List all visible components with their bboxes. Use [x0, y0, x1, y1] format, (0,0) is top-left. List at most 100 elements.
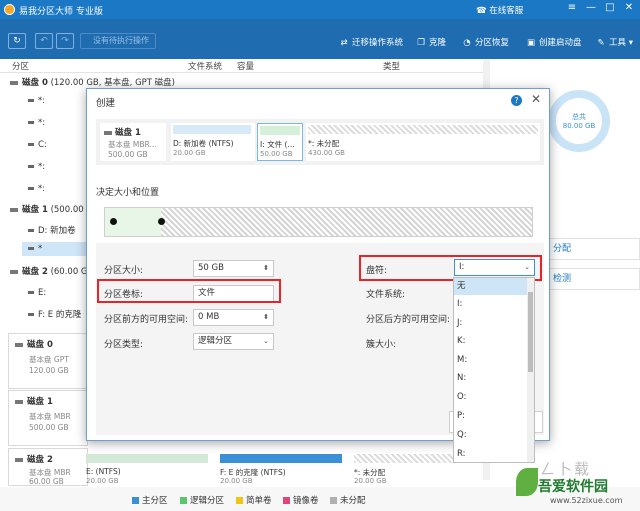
slider-left-handle[interactable]: [110, 218, 117, 225]
minimize-button[interactable]: —: [583, 2, 599, 13]
dropdown-option[interactable]: J:: [454, 315, 528, 332]
help-icon[interactable]: ?: [511, 95, 522, 106]
leaf-logo-icon: [516, 468, 538, 496]
clone-icon: ❐: [417, 38, 425, 48]
partition-icon: [28, 143, 34, 146]
pending-operations-button[interactable]: 没有待执行操作: [80, 33, 156, 49]
highlight-volume-label: [97, 279, 281, 303]
partition-icon: [28, 121, 34, 124]
disk-icon: [15, 342, 23, 347]
legend-logical: 逻辑分区: [180, 494, 224, 506]
undo-icon: ↶: [40, 36, 48, 46]
menu-button[interactable]: ≡: [564, 2, 580, 13]
disk-icon: [15, 457, 23, 462]
partition-bar-e[interactable]: [86, 454, 208, 463]
partition-icon: [28, 291, 34, 294]
disk-icon: [10, 207, 18, 212]
recovery-icon: ◔: [463, 38, 471, 48]
disk-card-2[interactable]: 磁盘 2 基本盘 MBR 60.00 GB: [8, 448, 88, 486]
partition-icon: [28, 229, 34, 232]
disk-card-0[interactable]: 磁盘 0 基本盘 GPT 120.00 GB: [8, 333, 88, 389]
chevron-down-icon: ⌄: [263, 337, 269, 345]
space-before-label: 分区前方的可用空间:: [104, 315, 189, 325]
dropdown-option[interactable]: N:: [454, 370, 528, 387]
disk-map: 磁盘 1 基本盘 MBR... 500.00 GB D: 新加卷 (NTFS) …: [96, 119, 544, 165]
redo-icon: ↷: [61, 36, 69, 46]
disk-icon: [10, 80, 18, 85]
segment-i-selected[interactable]: I: 文件 (... 50.00 GB: [257, 123, 303, 161]
col-partition[interactable]: 分区: [12, 60, 29, 72]
allocate-button[interactable]: 分配: [548, 238, 640, 260]
space-before-input[interactable]: 0 MB ⬍: [193, 309, 274, 326]
app-title: 易我分区大师 专业版: [19, 7, 103, 17]
spinner-icon: ⬍: [263, 264, 269, 272]
dropdown-option[interactable]: M:: [454, 352, 528, 369]
dropdown-option[interactable]: P:: [454, 408, 528, 425]
close-icon[interactable]: ✕: [531, 92, 541, 106]
size-input[interactable]: 50 GB ⬍: [193, 260, 274, 277]
disk-row-1[interactable]: 磁盘 1 (500.00: [10, 203, 98, 215]
dropdown-option[interactable]: 无: [454, 278, 528, 295]
partition-icon: [28, 313, 34, 316]
partition-row-selected[interactable]: *: [22, 242, 86, 256]
partition-type-select[interactable]: 逻辑分区 ⌄: [193, 333, 274, 350]
section-label: 决定大小和位置: [96, 188, 160, 198]
legend-primary: 主分区: [132, 494, 168, 506]
disk-icon: [15, 399, 23, 404]
toolbar: ↻ ↶ ↷ 没有待执行操作 ⇄ 迁移操作系统 ❐ 克隆 ◔ 分区恢复 ▣ 创建启动盘 ✎…: [0, 19, 640, 59]
dropdown-scrollbar[interactable]: [527, 278, 534, 462]
col-capacity[interactable]: 容量: [237, 60, 254, 72]
tools-button[interactable]: ✎ 工具 ▾: [596, 36, 633, 48]
size-label: 分区大小:: [104, 266, 144, 276]
online-service-link[interactable]: ☎ 在线客服: [476, 4, 523, 16]
disk-row-2[interactable]: 磁盘 2 (60.00 G: [10, 265, 98, 277]
dropdown-option[interactable]: Q:: [454, 427, 528, 444]
partition-icon: [28, 99, 34, 102]
disk-icon: [104, 130, 112, 135]
dropdown-option[interactable]: I:: [454, 296, 528, 313]
disk-usage-donut: 总共 80.00 GB: [548, 90, 610, 152]
clone-button[interactable]: ❐ 克隆: [416, 36, 446, 48]
partition-icon: [28, 187, 34, 190]
column-header: 分区 文件系统 容量 类型: [0, 59, 490, 73]
dropdown-option[interactable]: O:: [454, 389, 528, 406]
close-window-button[interactable]: ✕: [621, 2, 637, 13]
partition-recovery-button[interactable]: ◔ 分区恢复: [462, 36, 509, 48]
spinner-icon: ⬍: [263, 313, 269, 321]
legend-unallocated: 未分配: [330, 494, 366, 506]
legend-simple: 简单卷: [236, 494, 272, 506]
col-filesystem[interactable]: 文件系统: [188, 60, 222, 72]
undo-button[interactable]: ↶: [35, 33, 53, 49]
partition-bar-f[interactable]: [220, 454, 342, 463]
check-button[interactable]: 检测: [548, 268, 640, 290]
segment-unallocated[interactable]: *: 未分配 430.00 GB: [306, 123, 540, 161]
scrollbar-thumb[interactable]: [528, 292, 533, 372]
redo-button[interactable]: ↷: [56, 33, 74, 49]
chevron-down-icon: ▾: [626, 38, 633, 48]
col-type[interactable]: 类型: [383, 60, 400, 72]
partition-type-label: 分区类型:: [104, 340, 144, 350]
migrate-os-button[interactable]: ⇄ 迁移操作系统: [339, 36, 403, 48]
title-bar: 易我分区大师 专业版 ☎ 在线客服 ≡ — □ ✕: [0, 0, 640, 19]
refresh-icon: ↻: [13, 36, 21, 46]
create-boot-disk-button[interactable]: ▣ 创建启动盘: [526, 36, 582, 48]
disk-card-1[interactable]: 磁盘 1 基本盘 MBR 500.00 GB: [8, 390, 88, 446]
disk-row-0[interactable]: 磁盘 0 (120.00 GB, 基本盘, GPT 磁盘): [10, 76, 310, 88]
dialog-title: 创建: [96, 98, 116, 109]
disk2-partition-map: E: (NTFS) 20.00 GB F: E 的克隆 (NTFS) 20.00…: [86, 452, 488, 485]
bootdisk-icon: ▣: [526, 38, 536, 48]
slider-right-handle[interactable]: [158, 218, 165, 225]
refresh-button[interactable]: ↻: [8, 33, 26, 49]
space-after-label: 分区后方的可用空间:: [366, 315, 451, 325]
watermark: ㄥ卜载 吾爱软件园 www.52zixue.com: [516, 456, 640, 511]
maximize-button[interactable]: □: [602, 2, 618, 13]
headset-icon: ☎: [476, 6, 490, 16]
dropdown-option[interactable]: K:: [454, 333, 528, 350]
segment-d[interactable]: D: 新加卷 (NTFS) 20.00 GB: [171, 123, 255, 161]
partition-icon: [28, 165, 34, 168]
size-position-slider[interactable]: [104, 207, 533, 237]
drive-letter-dropdown: 无 I: J: K: M: N: O: P: Q: R:: [453, 277, 535, 463]
tools-icon: ✎: [597, 38, 605, 48]
filesystem-label: 文件系统:: [366, 290, 406, 300]
disk-icon: [10, 269, 18, 274]
